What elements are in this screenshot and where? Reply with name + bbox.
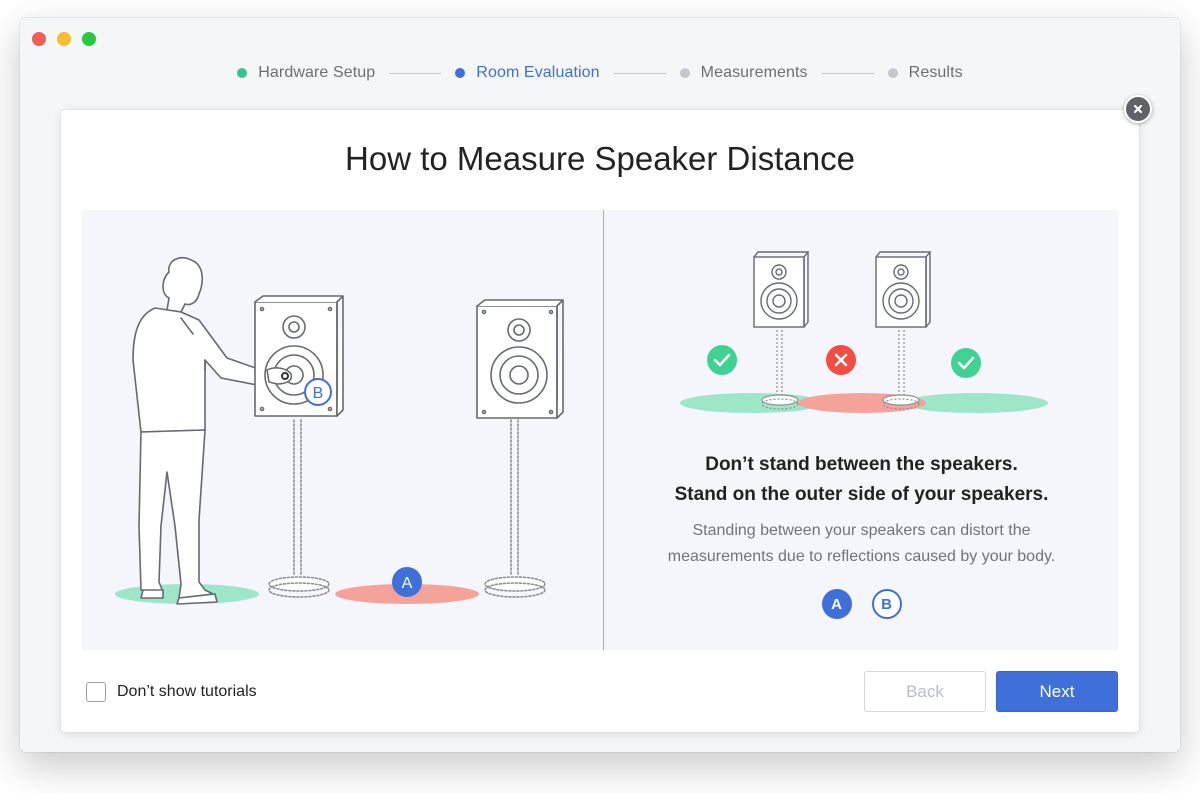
- step-pending-dot: [679, 68, 690, 78]
- step-connector: [389, 72, 442, 74]
- step-results: Results: [887, 64, 963, 82]
- right-speaker: [476, 299, 564, 419]
- tip-description-line: Standing between your speakers can disto…: [692, 522, 1031, 539]
- svg-text:A: A: [402, 575, 413, 592]
- tip-heading-line: Don’t stand between the speakers.: [705, 454, 1018, 475]
- window-minimize-button[interactable]: [57, 32, 71, 46]
- step-measurements: Measurements: [679, 64, 808, 82]
- step-label: Results: [908, 64, 963, 81]
- badge-b: B: [871, 589, 902, 619]
- tip-description-line: measurements due to reflections caused b…: [667, 548, 1056, 565]
- window-close-button[interactable]: [32, 32, 46, 46]
- svg-text:B: B: [313, 385, 324, 402]
- dont-show-tutorials-toggle[interactable]: Don’t show tutorials: [86, 682, 257, 702]
- tip-heading: Don’t stand between the speakers. Stand …: [604, 450, 1119, 510]
- next-button[interactable]: Next: [996, 671, 1118, 712]
- left-stand: [268, 419, 330, 598]
- right-stand: [484, 419, 546, 598]
- tip-description: Standing between your speakers can disto…: [604, 518, 1119, 570]
- marker-legend: A B: [604, 589, 1119, 619]
- cross-icon: [826, 345, 856, 375]
- step-label: Measurements: [700, 64, 808, 81]
- back-button[interactable]: Back: [864, 671, 986, 712]
- dont-show-tutorials-checkbox[interactable]: [86, 682, 106, 702]
- step-connector: [821, 72, 874, 74]
- step-label: Hardware Setup: [258, 64, 376, 81]
- step-pending-dot: [887, 68, 898, 78]
- marker-b: B: [304, 378, 332, 406]
- step-connector: [613, 72, 666, 74]
- close-icon: [1133, 104, 1143, 114]
- step-label: Room Evaluation: [476, 64, 600, 81]
- step-hardware-setup: Hardware Setup: [237, 64, 375, 82]
- marker-a: A: [392, 567, 422, 597]
- dialog-title: How to Measure Speaker Distance: [345, 140, 855, 177]
- step-active-dot: [455, 68, 466, 78]
- illustration-panel: B A Don’t stand between the speakers. St…: [81, 210, 1119, 650]
- step-room-evaluation: Room Evaluation: [455, 64, 600, 82]
- dialog-close-button[interactable]: [1124, 95, 1152, 123]
- tutorial-dialog: How to Measure Speaker Distance B A Don’…: [61, 110, 1139, 732]
- dont-show-tutorials-label: Don’t show tutorials: [117, 683, 257, 700]
- positioning-diagram: [680, 251, 1048, 413]
- check-icon: [951, 348, 981, 378]
- step-complete-dot: [237, 68, 248, 78]
- progress-stepper: Hardware Setup Room Evaluation Measureme…: [20, 64, 1180, 82]
- person-speaker-illustration: B A: [115, 256, 564, 605]
- check-icon: [707, 345, 737, 375]
- window-zoom-button[interactable]: [82, 32, 96, 46]
- traffic-lights: [32, 32, 96, 46]
- tip-heading-line: Stand on the outer side of your speakers…: [674, 484, 1049, 505]
- badge-a: A: [821, 589, 852, 619]
